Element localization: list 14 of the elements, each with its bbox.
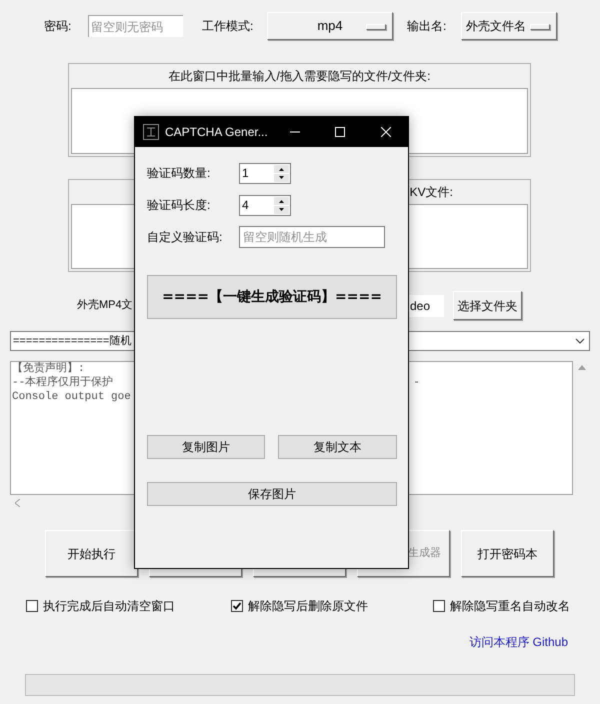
password-label: 密码: <box>44 18 72 35</box>
mode-label: 工作模式: <box>202 18 254 35</box>
console-line: Console output goe <box>12 390 131 404</box>
output-label: 输出名: <box>407 18 448 35</box>
console-line: --本程序仅用于保护 <box>12 376 114 390</box>
window-title: CAPTCHA Gener... <box>165 124 268 141</box>
shell-label: 外壳MP4文 <box>77 298 133 314</box>
console-line: 【免责声明】: <box>12 362 85 376</box>
console-line: - <box>413 376 420 390</box>
length-label: 验证码长度: <box>147 197 212 214</box>
panel-header: KV文件: <box>410 184 453 201</box>
custom-code-label: 自定义验证码: <box>147 229 224 246</box>
panel-header: 在此窗口中批量输入/拖入需要隐写的文件/文件夹: <box>168 68 430 85</box>
count-label: 验证码数量: <box>147 165 212 182</box>
